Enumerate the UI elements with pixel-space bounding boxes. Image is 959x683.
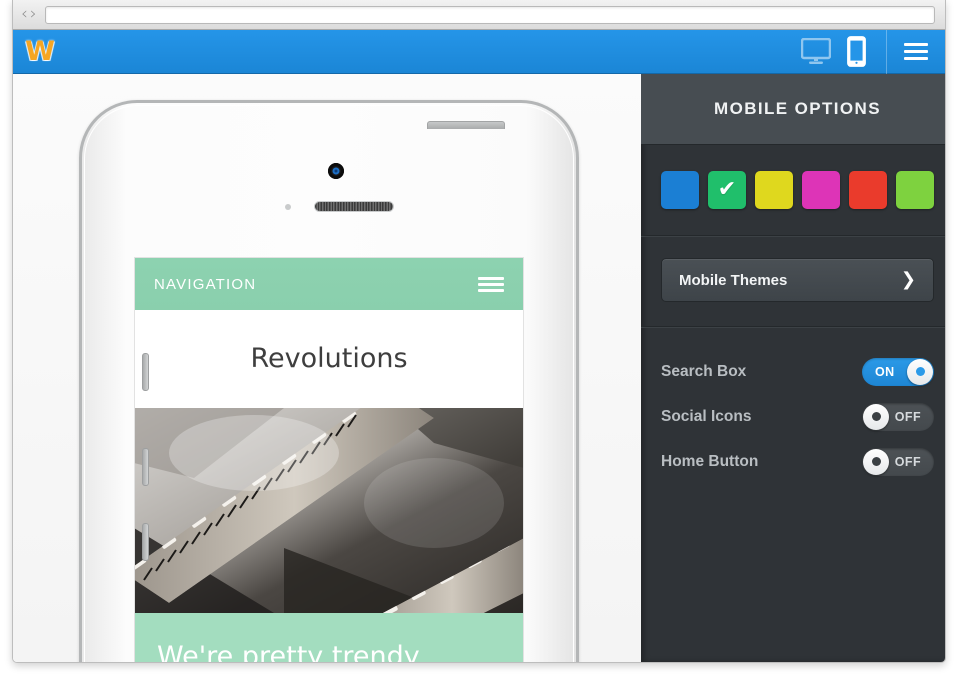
desktop-monitor-icon[interactable] bbox=[801, 38, 831, 65]
site-page-title: Revolutions bbox=[250, 343, 408, 374]
phone-silent-switch bbox=[142, 353, 149, 391]
preview-canvas: NAVIGATION Revolutions We're pretty tren… bbox=[13, 74, 641, 662]
toggle-state-search-box: ON bbox=[875, 364, 895, 379]
earpiece-speaker-icon bbox=[313, 201, 394, 212]
toggle-label-home-button: Home Button bbox=[661, 452, 759, 470]
color-swatch-magenta[interactable] bbox=[802, 171, 840, 209]
film-strip-image bbox=[135, 408, 523, 613]
mobile-themes-label: Mobile Themes bbox=[679, 271, 788, 289]
mobile-themes-button[interactable]: Mobile Themes ❯ bbox=[661, 258, 934, 302]
hamburger-bar bbox=[478, 288, 504, 292]
toggle-switch-search-box[interactable]: ON bbox=[862, 357, 934, 386]
browser-nav-arrows: ‹ › bbox=[21, 6, 37, 23]
color-swatch-green[interactable]: ✔ bbox=[708, 171, 746, 209]
mobile-phone-icon[interactable] bbox=[847, 36, 866, 67]
hamburger-bar bbox=[904, 50, 928, 53]
color-swatch-yellow[interactable] bbox=[755, 171, 793, 209]
toggle-state-social-icons: OFF bbox=[894, 409, 921, 424]
app-toolbar: W bbox=[13, 29, 945, 74]
site-nav-label: NAVIGATION bbox=[154, 275, 257, 293]
iphone-mockup: NAVIGATION Revolutions We're pretty tren… bbox=[79, 100, 579, 662]
color-swatch-section: ✔ bbox=[641, 145, 945, 236]
toggle-switch-social-icons[interactable]: OFF bbox=[862, 402, 934, 431]
color-swatch-lime[interactable] bbox=[896, 171, 934, 209]
site-hero-photo bbox=[135, 408, 523, 613]
toggle-row-social-icons: Social Icons OFF bbox=[661, 394, 934, 439]
mobile-options-sidebar: MOBILE OPTIONS ✔ Mobile Themes ❯ Search … bbox=[641, 74, 945, 662]
toggle-knob-dot bbox=[871, 412, 881, 421]
phone-power-button bbox=[427, 121, 505, 129]
site-hamburger-menu-icon[interactable] bbox=[478, 276, 504, 292]
chevron-right-icon: ❯ bbox=[900, 269, 916, 290]
app-root: ‹ › W NAVIGATION Revolutions We're prett… bbox=[0, 0, 959, 683]
mobile-themes-section: Mobile Themes ❯ bbox=[641, 236, 945, 327]
light-sensor-icon bbox=[284, 204, 291, 210]
weebly-logo-icon[interactable]: W bbox=[13, 30, 65, 74]
front-camera-icon bbox=[328, 163, 345, 179]
toggle-knob bbox=[863, 448, 889, 475]
forward-icon[interactable]: › bbox=[30, 6, 37, 23]
toggle-knob-dot bbox=[871, 457, 881, 466]
device-preview-toggles bbox=[801, 30, 886, 74]
toggle-row-search-box: Search Box ON bbox=[661, 349, 934, 394]
toggle-switch-home-button[interactable]: OFF bbox=[862, 447, 934, 476]
phone-volume-up-button bbox=[142, 448, 149, 486]
toggle-label-social-icons: Social Icons bbox=[661, 407, 752, 425]
toggle-state-home-button: OFF bbox=[894, 454, 921, 469]
hamburger-bar bbox=[904, 43, 928, 46]
check-icon: ✔ bbox=[717, 177, 737, 202]
color-swatch-red[interactable] bbox=[849, 171, 887, 209]
browser-chrome-bar: ‹ › bbox=[13, 0, 945, 30]
site-footer-band: We're pretty trendy bbox=[135, 613, 523, 662]
url-input[interactable] bbox=[44, 5, 935, 24]
site-navigation-bar: NAVIGATION bbox=[135, 258, 523, 310]
sidebar-header: MOBILE OPTIONS bbox=[641, 74, 945, 145]
phone-screen: NAVIGATION Revolutions We're pretty tren… bbox=[134, 257, 524, 662]
hamburger-bar bbox=[904, 57, 928, 60]
phone-volume-down-button bbox=[142, 523, 149, 561]
back-icon[interactable]: ‹ bbox=[21, 6, 28, 23]
hamburger-bar bbox=[478, 282, 504, 286]
hamburger-menu-icon[interactable] bbox=[887, 30, 945, 74]
toggle-row-home-button: Home Button OFF bbox=[661, 439, 934, 484]
hamburger-bar bbox=[478, 276, 504, 280]
toggle-knob bbox=[863, 403, 889, 430]
toggle-label-search-box: Search Box bbox=[661, 362, 747, 380]
color-swatch-list: ✔ bbox=[661, 171, 934, 209]
toggle-knob bbox=[907, 358, 933, 385]
editor-body: NAVIGATION Revolutions We're pretty tren… bbox=[13, 74, 945, 662]
feature-toggles-section: Search Box ON Social Icons OFF Home Butt… bbox=[641, 327, 945, 484]
toggle-knob-dot bbox=[915, 367, 925, 376]
page-title: MOBILE OPTIONS bbox=[714, 99, 881, 118]
site-footer-heading: We're pretty trendy bbox=[157, 641, 420, 662]
browser-window: ‹ › W NAVIGATION Revolutions We're prett… bbox=[12, 0, 946, 663]
color-swatch-blue[interactable] bbox=[661, 171, 699, 209]
